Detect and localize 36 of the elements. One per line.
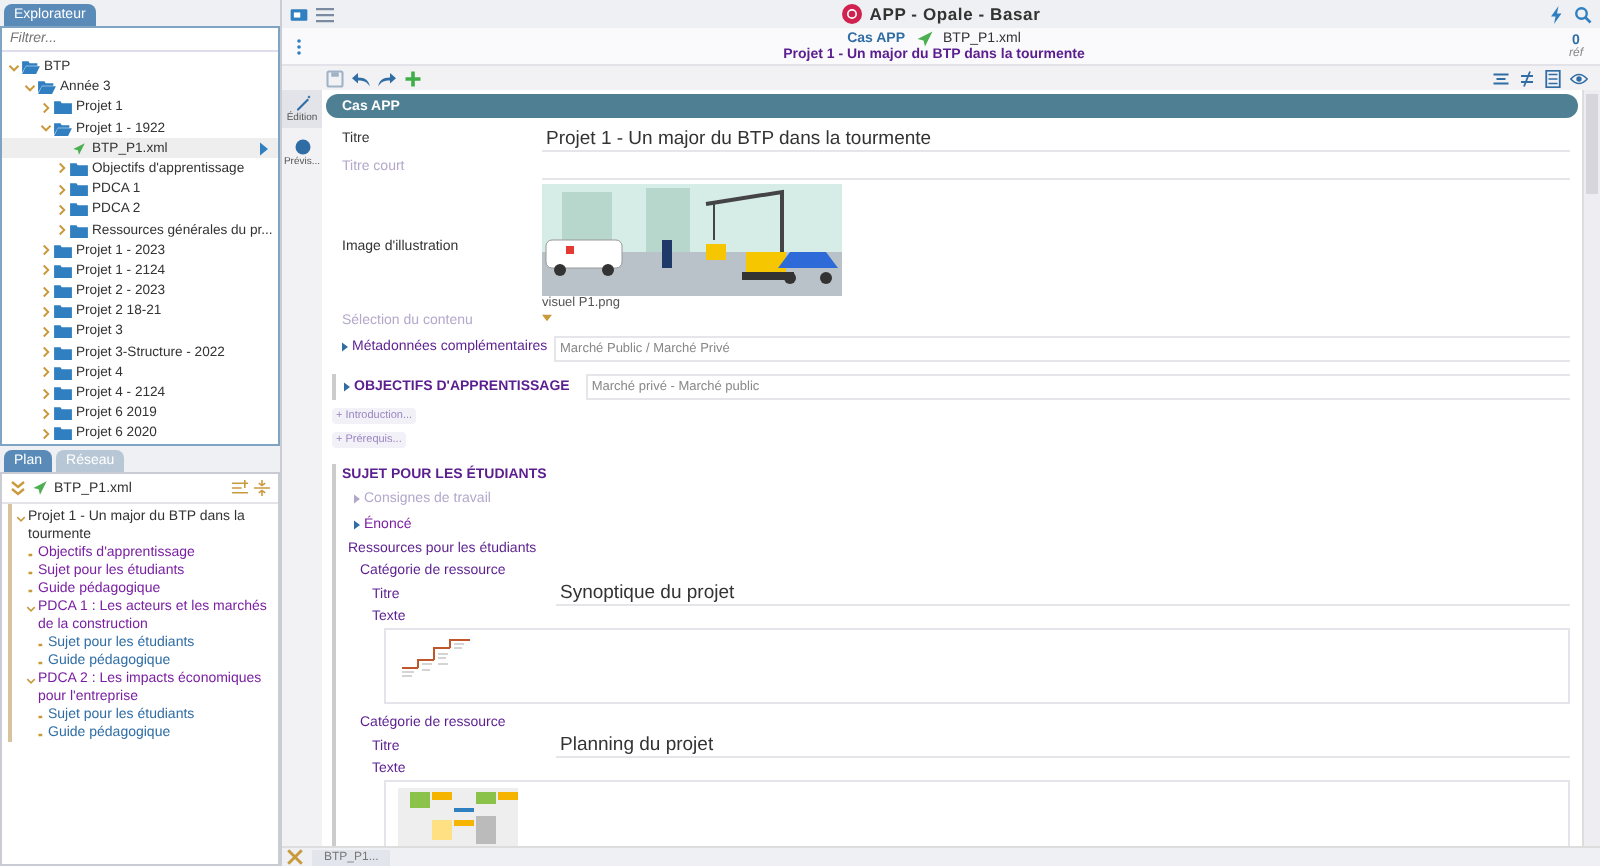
expand-all-icon[interactable] xyxy=(232,480,248,496)
window-icon[interactable] xyxy=(290,5,308,23)
caret-icon[interactable] xyxy=(342,342,348,352)
not-equal-icon[interactable] xyxy=(1518,69,1536,87)
pencil-icon xyxy=(293,94,311,112)
caret-icon[interactable] xyxy=(354,520,360,530)
paper-plane-icon xyxy=(70,141,88,156)
eye-icon[interactable] xyxy=(1570,69,1588,87)
double-chevron-icon[interactable] xyxy=(10,480,26,496)
folder-icon xyxy=(54,100,72,115)
close-icon[interactable] xyxy=(286,848,304,866)
text-field[interactable]: Projet 1 - Un major du BTP dans la tourmente xyxy=(542,128,1570,152)
folder-icon xyxy=(38,80,56,95)
triangle-icon xyxy=(260,141,268,156)
save-icon[interactable] xyxy=(326,69,344,87)
caret-icon[interactable] xyxy=(344,382,350,392)
menu-icon[interactable] xyxy=(316,5,334,23)
chevron-icon[interactable] xyxy=(26,604,36,614)
paper-plane-icon xyxy=(32,480,48,496)
collapse-all-icon[interactable] xyxy=(254,480,270,496)
document-icon[interactable] xyxy=(1544,69,1562,87)
undo-icon[interactable] xyxy=(352,69,370,87)
logo-icon xyxy=(841,4,862,24)
add-icon[interactable] xyxy=(404,69,422,87)
app-title: APP - Opale - Basar xyxy=(869,4,1041,24)
redo-icon[interactable] xyxy=(378,69,396,87)
chevron-icon[interactable] xyxy=(16,514,26,524)
text-field[interactable]: Synoptique du projet xyxy=(556,582,1570,606)
chevron-icon[interactable] xyxy=(26,676,36,686)
caret-icon[interactable] xyxy=(542,314,552,322)
folder-icon xyxy=(54,121,72,136)
text-field[interactable]: Planning du projet xyxy=(556,734,1570,758)
lightning-icon[interactable] xyxy=(1548,5,1566,23)
search-icon[interactable] xyxy=(1574,5,1592,23)
filter-icon[interactable] xyxy=(1492,69,1510,87)
folder-icon xyxy=(22,60,40,75)
